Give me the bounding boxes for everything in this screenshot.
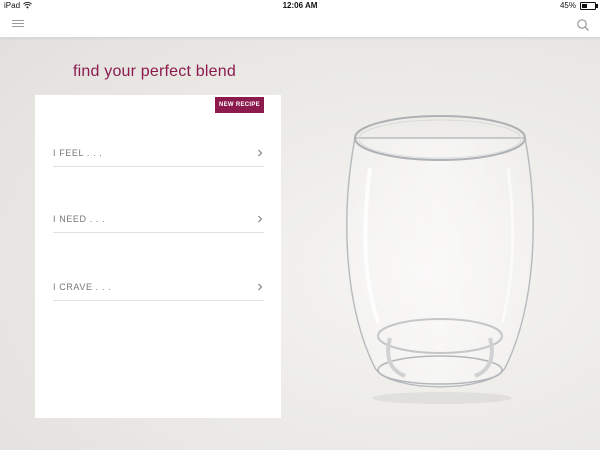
new-recipe-button[interactable]: NEW RECIPE bbox=[214, 97, 264, 113]
status-bar: iPad 12:06 AM 45% bbox=[0, 0, 600, 13]
option-i-feel[interactable]: I FEEL . . . bbox=[53, 142, 264, 167]
top-navigation-bar bbox=[0, 13, 600, 38]
chevron-right-icon bbox=[258, 215, 263, 223]
option-i-need[interactable]: I NEED . . . bbox=[53, 208, 264, 233]
chevron-right-icon bbox=[258, 149, 263, 157]
hamburger-menu-icon[interactable] bbox=[11, 18, 25, 32]
battery-icon bbox=[580, 1, 598, 10]
battery-percentage: 45% bbox=[559, 1, 576, 10]
empty-glass-image bbox=[346, 115, 534, 404]
option-label: I FEEL . . . bbox=[53, 148, 103, 158]
battery-level-fill bbox=[582, 3, 588, 8]
option-label: I NEED . . . bbox=[53, 214, 106, 224]
chevron-right-icon bbox=[258, 283, 263, 291]
option-i-crave[interactable]: I CRAVE . . . bbox=[53, 276, 264, 301]
search-icon[interactable] bbox=[576, 18, 590, 32]
clock: 12:06 AM bbox=[282, 1, 318, 10]
option-label: I CRAVE . . . bbox=[53, 282, 112, 292]
blend-finder-card: NEW RECIPE I FEEL . . . I NEED . . . I C… bbox=[35, 95, 281, 418]
page-title: find your perfect blend bbox=[73, 63, 236, 80]
